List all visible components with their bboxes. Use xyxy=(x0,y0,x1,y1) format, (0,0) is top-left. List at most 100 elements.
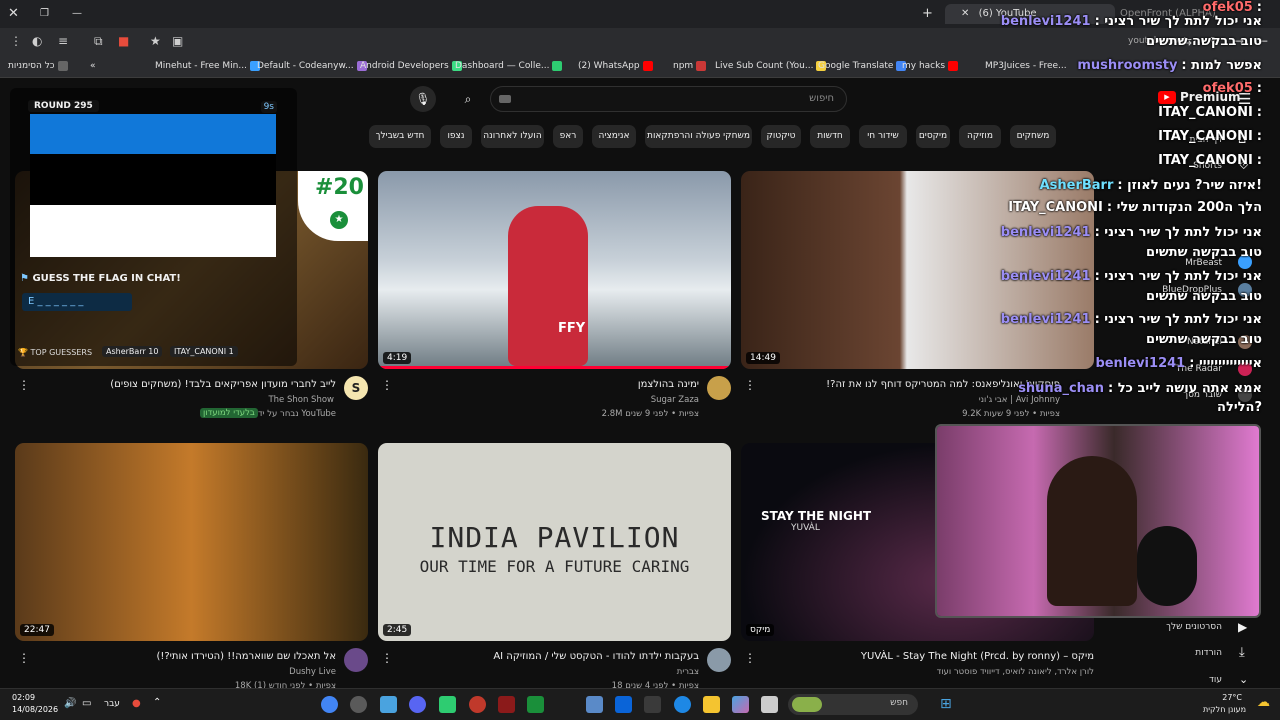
volume-icon[interactable]: 🔊 xyxy=(64,698,76,709)
chip[interactable]: משחקים xyxy=(1010,125,1056,148)
close-window-icon[interactable]: ✕ xyxy=(8,4,19,24)
channel-avatar[interactable] xyxy=(344,648,368,672)
more-options-icon[interactable]: ⋮ xyxy=(381,651,393,665)
bookmark-myhacks[interactable]: my hacks xyxy=(902,59,959,73)
channel-name[interactable]: The Shon Show xyxy=(268,395,334,405)
chip[interactable]: טיקטוק xyxy=(761,125,801,148)
more-options-icon[interactable]: ⋮ xyxy=(18,378,30,392)
excel-icon[interactable] xyxy=(527,696,544,713)
minimize-window-icon[interactable]: — xyxy=(72,4,82,24)
chip[interactable]: מיקסים xyxy=(916,125,950,148)
chevron-left-icon[interactable]: « xyxy=(90,59,96,73)
sidebar-item-downloads[interactable]: הורדות xyxy=(1195,648,1222,658)
more-options-icon[interactable]: ⋮ xyxy=(381,378,393,392)
video-title[interactable]: מיקס – YUVÀL - Stay The Night (Prcd. by … xyxy=(861,651,1094,662)
bookmark-android[interactable]: Android Developers xyxy=(360,59,462,73)
cast-icon[interactable]: ▣ xyxy=(172,34,183,48)
bookmark-translate[interactable]: Google Translate xyxy=(818,59,907,73)
chip[interactable]: ראפ xyxy=(553,125,583,148)
clock-date[interactable]: 14/08/2026 xyxy=(12,705,58,714)
extensions-icon[interactable]: ⧉ xyxy=(94,34,103,48)
red-app-icon[interactable] xyxy=(469,696,486,713)
playlist-icon[interactable]: ≡ xyxy=(58,34,68,48)
video-title[interactable]: אל תאכלו שם שווארמה!! (הטירדו אותי?!) xyxy=(156,651,336,662)
taskbar-search[interactable]: חפש xyxy=(788,694,918,715)
chrome-icon[interactable] xyxy=(321,696,338,713)
copilot-icon[interactable] xyxy=(732,696,749,713)
explorer-icon[interactable] xyxy=(703,696,720,713)
settings-icon[interactable] xyxy=(380,696,397,713)
channel-name[interactable]: Sugar Zaza xyxy=(651,395,699,405)
video-title[interactable]: בעקבות ילדתו להודו - הטקסט שלי / המוזיקה… xyxy=(493,651,699,662)
channel-avatar[interactable] xyxy=(707,376,731,400)
new-tab-button[interactable]: + xyxy=(922,4,933,24)
your-videos-icon[interactable]: ▶ xyxy=(1238,620,1247,634)
channel-avatar[interactable]: S xyxy=(344,376,368,400)
weather-icon[interactable]: ☁ xyxy=(1257,695,1270,710)
chip[interactable]: אנימציה xyxy=(592,125,636,148)
bookmark-minehut[interactable]: Minehut - Free Min... xyxy=(155,59,260,73)
bookmark-mp3juices[interactable]: MP3Juices - Free... xyxy=(985,59,1067,73)
obs-icon[interactable] xyxy=(350,696,367,713)
adobe-icon[interactable] xyxy=(498,696,515,713)
weather-desc[interactable]: מעונן חלקית xyxy=(1203,705,1246,714)
channel-name[interactable]: לורן אלרד, ליאונה לואיס, דייוויד פוסטר ו… xyxy=(937,667,1094,677)
channel-name[interactable]: צברית xyxy=(677,667,699,677)
download-icon[interactable]: ⤓ xyxy=(1239,645,1245,660)
keyboard-icon[interactable] xyxy=(499,95,511,103)
more-options-icon[interactable]: ⋮ xyxy=(744,378,756,392)
episode-number: #20 xyxy=(314,175,364,200)
channel-name[interactable]: Dushy Live xyxy=(289,667,336,677)
menu-dots-icon[interactable]: ⋮ xyxy=(10,34,22,48)
chip[interactable]: חדש בשבילך xyxy=(369,125,431,148)
tab-close-icon[interactable]: ✕ xyxy=(961,8,969,19)
video-title[interactable]: לייב לחברי מועדון אפריקאים בלבד! (משחקים… xyxy=(110,379,336,390)
windows-start-icon[interactable]: ⊞ xyxy=(940,696,952,712)
more-options-icon[interactable]: ⋮ xyxy=(18,651,30,665)
store-icon[interactable] xyxy=(644,696,661,713)
more-options-icon[interactable]: ⋮ xyxy=(744,651,756,665)
discord-icon[interactable] xyxy=(409,696,426,713)
chip[interactable]: שידור חי xyxy=(859,125,907,148)
weather-temp[interactable]: 27°C xyxy=(1222,693,1242,702)
video-thumbnail[interactable]: 22:47 xyxy=(15,443,368,641)
channel-name[interactable]: אבי ג'וני | Avi Johnny xyxy=(979,395,1060,405)
sidebar-item-more[interactable]: עוד xyxy=(1209,675,1222,685)
channel-avatar[interactable] xyxy=(707,648,731,672)
video-title[interactable]: ימינה בהולצמן xyxy=(638,379,699,390)
video-thumbnail[interactable]: INDIA PAVILION OUR TIME FOR A FUTURE CAR… xyxy=(378,443,731,641)
microphone-tray-icon[interactable]: ● xyxy=(132,698,141,709)
guesser-badge: AsherBarr 10 xyxy=(102,346,163,357)
profile-icon[interactable]: ◐ xyxy=(32,34,42,48)
chip[interactable]: נצפו xyxy=(440,125,472,148)
snipping-icon[interactable] xyxy=(761,696,778,713)
video-thumbnail[interactable]: FFY 4:19 xyxy=(378,171,731,369)
chat-text: : xyxy=(1256,129,1262,144)
search-icon[interactable]: ⌕ xyxy=(455,86,481,112)
extension-badge-icon[interactable]: ■ xyxy=(118,34,129,48)
sidebar-item-your-videos[interactable]: הסרטונים שלך xyxy=(1166,622,1222,632)
chevron-up-icon[interactable]: ⌃ xyxy=(153,697,161,708)
chip[interactable]: משחקי פעולה והרפתקאות xyxy=(645,125,752,148)
play-app-icon[interactable] xyxy=(439,696,456,713)
bookmark-dashboard[interactable]: Dashboard — Colle... xyxy=(455,59,563,73)
bookmark-star-icon[interactable]: ★ xyxy=(150,34,161,48)
bookmark-all[interactable]: כל הסימניות xyxy=(8,59,68,73)
chip[interactable]: הועלו לאחרונה xyxy=(481,125,544,148)
bookmark-npm[interactable]: npm xyxy=(673,59,707,73)
clock-time[interactable]: 02:09 xyxy=(12,693,35,702)
bookmark-codeanywhere[interactable]: Default - Codeanyw... xyxy=(257,59,367,73)
chip[interactable]: חדשות xyxy=(810,125,850,148)
chip[interactable]: מוזיקה xyxy=(959,125,1001,148)
restore-window-icon[interactable]: ❐ xyxy=(40,4,49,24)
search-input[interactable]: חיפוש xyxy=(490,86,847,112)
edge-icon[interactable] xyxy=(674,696,691,713)
chevron-down-icon[interactable]: ⌄ xyxy=(1239,673,1248,686)
outlook-icon[interactable] xyxy=(615,696,632,713)
network-icon[interactable]: ▭ xyxy=(82,698,91,709)
mic-icon[interactable]: 🎙 xyxy=(410,86,436,112)
language-indicator[interactable]: עבר xyxy=(104,699,120,709)
bookmark-livesub[interactable]: Live Sub Count (You... xyxy=(715,59,827,73)
box-icon[interactable] xyxy=(586,696,603,713)
bookmark-whatsapp[interactable]: (2) WhatsApp xyxy=(578,59,653,73)
